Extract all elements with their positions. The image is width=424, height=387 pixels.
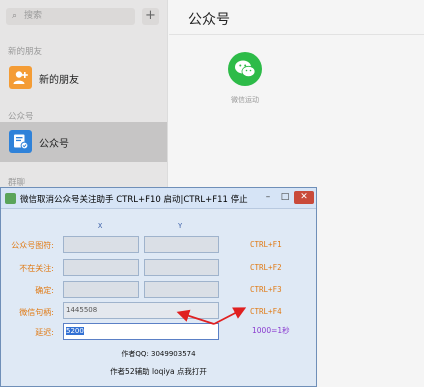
arrow-to-hotkey [213,307,247,325]
annotation-arrows [176,307,247,325]
arrow-to-handle-field [176,309,215,325]
